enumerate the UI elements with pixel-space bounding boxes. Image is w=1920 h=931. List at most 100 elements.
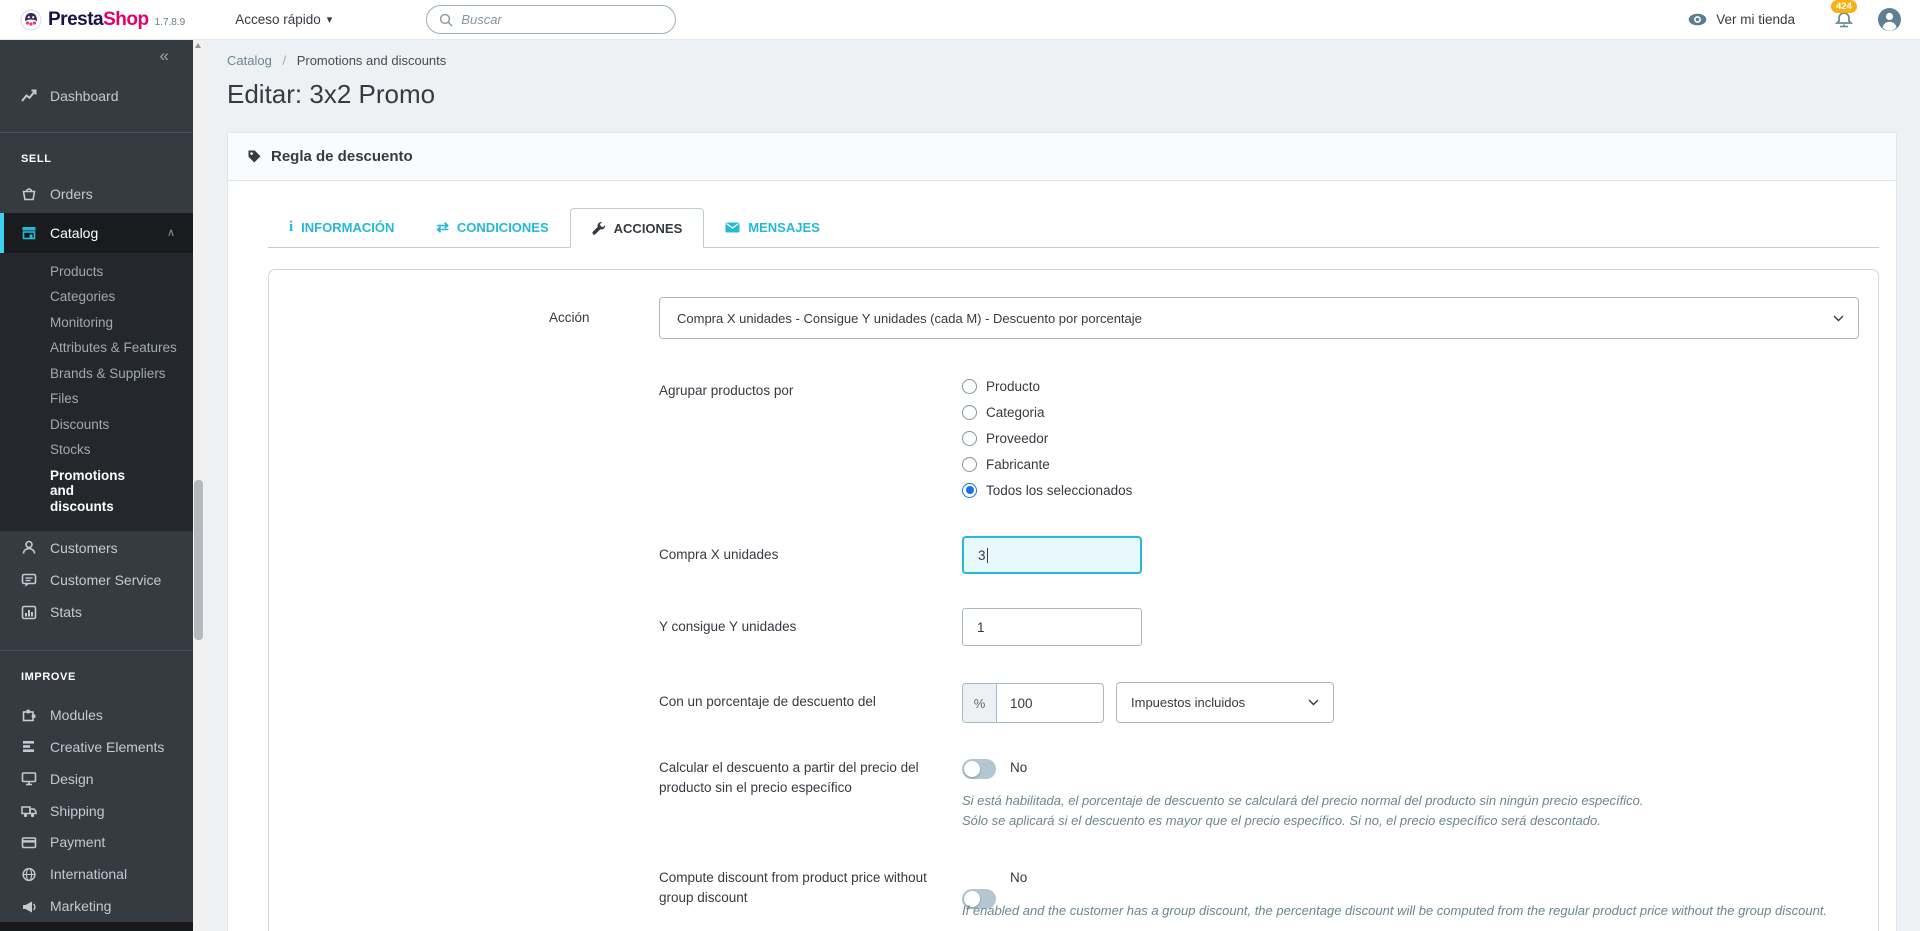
percent-prefix: % [963,684,997,722]
tax-select[interactable]: Impuestos incluidos [1116,682,1334,723]
sidebar-item-label: Marketing [50,898,112,915]
sidebar-item-customer-service[interactable]: Customer Service [0,564,193,596]
specific-price-toggle-label: Calcular el descuento a partir del preci… [659,760,919,796]
quick-access-menu[interactable]: Acceso rápido ▾ [235,12,332,27]
breadcrumb-catalog-link[interactable]: Catalog [227,53,272,68]
get-y-input[interactable]: 1 [962,608,1142,646]
search-box[interactable] [426,5,677,34]
action-label: Acción [549,310,590,325]
acciones-tab-pane: Acción Compra X unidades - Consigue Y un… [268,269,1879,931]
radio-option-producto[interactable]: Producto [962,373,1132,399]
tab-label: CONDICIONES [456,219,549,235]
radio-icon[interactable] [962,404,977,420]
brand-word-shop: Shop [103,8,149,30]
action-select[interactable]: Compra X unidades - Consigue Y unidades … [659,297,1859,339]
toggle-knob [964,761,980,777]
get-y-value: 1 [977,619,985,635]
radio-selected-icon[interactable] [962,482,977,498]
specific-price-toggle-state: No [1010,760,1028,775]
sidebar-item-dashboard[interactable]: Dashboard [0,76,193,116]
card-header: Regla de descuento [228,133,1896,181]
sidebar-scrollbar[interactable] [193,40,204,931]
sidebar-item-marketing[interactable]: Marketing [0,890,193,922]
orders-icon [21,186,37,201]
sidebar-item-stocks[interactable]: Stocks [0,437,193,463]
sidebar-collapse-button[interactable]: « [0,40,193,66]
notifications-badge: 424 [1831,0,1857,13]
radio-label: Fabricante [986,456,1050,472]
radio-icon[interactable] [962,378,977,394]
wrench-icon [592,221,606,235]
collapse-sidebar-icon: « [159,46,169,65]
sidebar-item-label: Customer Service [50,572,162,589]
radio-option-categoria[interactable]: Categoria [962,399,1132,425]
group-discount-toggle-label: Compute discount from product price with… [659,870,927,906]
sidebar-item-design[interactable]: Design [0,763,193,795]
sidebar-item-categories[interactable]: Categories [0,284,193,310]
sidebar-item-stats[interactable]: Stats [0,596,193,628]
get-y-label: Y consigue Y unidades [659,619,797,634]
truck-icon [21,803,37,818]
sidebar-item-products[interactable]: Products [0,259,193,285]
sidebar-item-files[interactable]: Files [0,386,193,412]
brand-logo: Presta Shop 1.7.8.9 [20,9,185,31]
specific-price-help-text: Si está habilitada, el porcentaje de des… [962,791,1920,831]
radio-option-fabricante[interactable]: Fabricante [962,451,1132,477]
specific-price-toggle[interactable] [962,759,996,779]
brand-word-presta: Presta [48,8,104,30]
radio-label: Producto [986,378,1041,394]
radio-icon[interactable] [962,456,977,472]
chevron-up-icon: ∧ [166,227,175,240]
sidebar-item-label: International [50,866,128,883]
sidebar-item-promotions-discounts[interactable]: Promotions and discounts [0,463,150,520]
prestashop-mascot-icon [20,9,42,31]
radio-icon[interactable] [962,430,977,446]
buy-x-input[interactable]: 3 [962,536,1142,574]
topbar-right: Ver mi tienda 424 [1688,0,1908,32]
breadcrumb: Catalog / Promotions and discounts [227,53,1897,68]
percent-input-group[interactable]: % 100 [962,683,1104,723]
sidebar-item-catalog[interactable]: Catalog ∧ [0,212,193,253]
scrollbar-up-arrow-icon[interactable] [195,43,201,48]
globe-icon [21,867,37,882]
sidebar-item-label: Stats [50,604,82,621]
sidebar-item-label: Catalog [50,224,99,241]
sidebar-item-customers[interactable]: Customers [0,531,193,564]
sidebar: « Dashboard SELL Orders Catalog ∧ Produc… [0,40,193,931]
search-input[interactable] [461,12,642,27]
tag-icon [247,149,262,164]
view-shop-button[interactable]: Ver mi tienda [1688,12,1795,27]
sidebar-item-label: Dashboard [50,87,119,104]
notifications-button[interactable]: 424 [1831,0,1857,28]
sidebar-item-label: Design [50,770,94,787]
sidebar-section-improve: IMPROVE [21,670,76,683]
sidebar-item-creative-elements[interactable]: Creative Elements [0,731,193,763]
tab-bar: i INFORMACIÓN ⇄ CONDICIONES ACCIONES MEN… [268,208,1879,248]
sidebar-item-attributes-features[interactable]: Attributes & Features [0,335,193,361]
sidebar-item-modules[interactable]: Modules [0,699,193,731]
tab-label: MENSAJES [748,219,820,235]
chevron-down-icon [1833,315,1844,322]
sidebar-item-brands-suppliers[interactable]: Brands & Suppliers [0,361,193,387]
discount-rule-card: Regla de descuento i INFORMACIÓN ⇄ CONDI… [227,132,1897,931]
sidebar-item-monitoring[interactable]: Monitoring [0,310,193,336]
action-select-value: Compra X unidades - Consigue Y unidades … [677,310,1142,326]
radio-option-proveedor[interactable]: Proveedor [962,425,1132,451]
tab-acciones[interactable]: ACCIONES [569,208,705,248]
version-label: 1.7.8.9 [154,16,186,28]
sidebar-scrollbar-thumb[interactable] [194,480,203,640]
radio-option-todos-los-seleccionados[interactable]: Todos los seleccionados [962,477,1132,503]
sidebar-item-international[interactable]: International [0,858,193,890]
tab-condiciones[interactable]: ⇄ CONDICIONES [415,207,569,247]
main-content: Catalog / Promotions and discounts Edita… [204,40,1920,931]
sidebar-item-shipping[interactable]: Shipping [0,795,193,827]
tab-mensajes[interactable]: MENSAJES [704,207,841,247]
sidebar-item-orders[interactable]: Orders [0,175,193,213]
sidebar-item-discounts[interactable]: Discounts [0,412,193,438]
profile-menu-button[interactable] [1877,7,1902,32]
sidebar-item-label: Orders [50,185,93,202]
sidebar-item-payment[interactable]: Payment [0,826,193,858]
megaphone-icon [21,899,37,914]
percent-input[interactable]: 100 [997,684,1103,722]
tab-informacion[interactable]: i INFORMACIÓN [268,207,415,247]
